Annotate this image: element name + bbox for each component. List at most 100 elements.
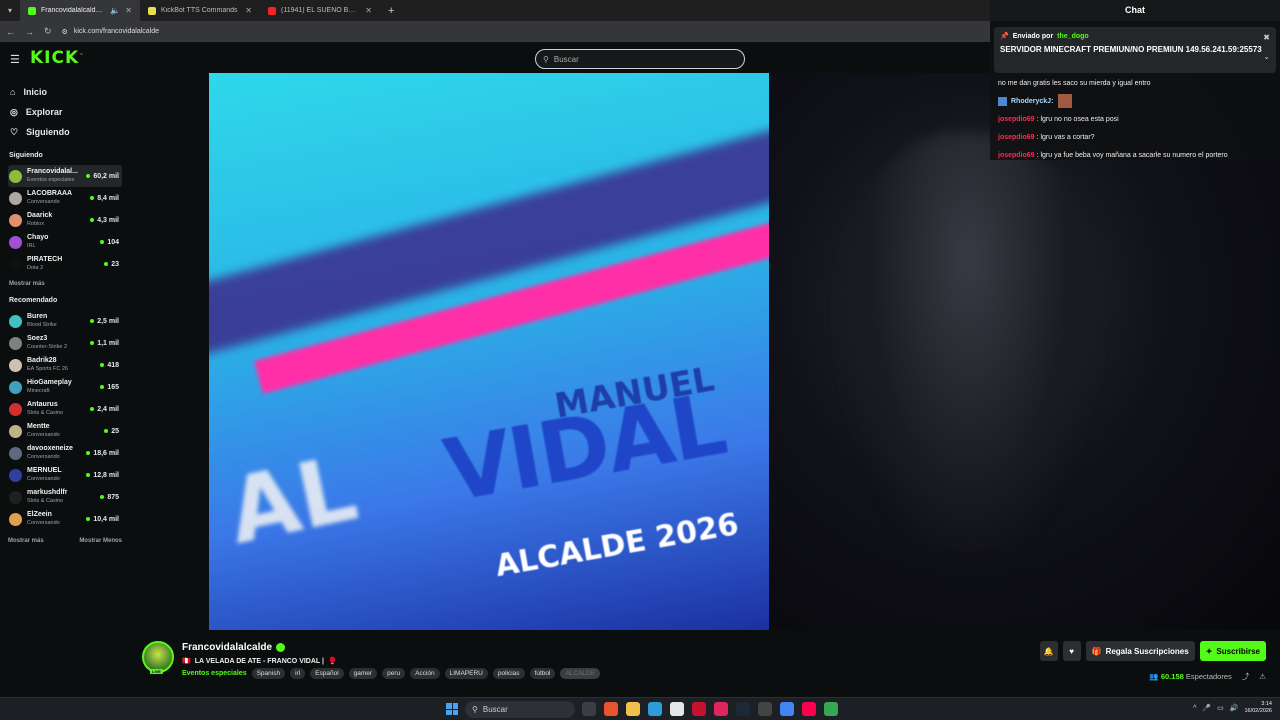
nav-inicio[interactable]: ⌂ Inicio (8, 82, 122, 102)
channel-item[interactable]: HioGameplay Minecraft 165 (8, 376, 122, 398)
volume-icon[interactable]: 🔊 (1230, 704, 1239, 712)
nav-siguiendo[interactable]: ♡ Siguiendo (8, 122, 122, 142)
show-more-recommended[interactable]: Mostrar más (8, 538, 44, 544)
channel-item[interactable]: Antaurus Slots & Casino 2,4 mil (8, 398, 122, 420)
show-more-following[interactable]: Mostrar más (9, 281, 122, 287)
channel-item[interactable]: markushdlfr Slots & Casino 875 (8, 486, 122, 508)
browser-tab-0[interactable]: Francovidalalcalde Stream 🔈 ✕ (20, 0, 140, 21)
speaker-icon[interactable]: 🔈 (110, 6, 120, 15)
channel-name[interactable]: Francovidalalcalde (182, 642, 272, 653)
channel-category: Roblox (27, 221, 45, 227)
viewer-number: 60.158 (1160, 672, 1184, 681)
share-icon[interactable]: ⤴ (1242, 671, 1250, 682)
taskbar: ⚲ Buscar ^ 🎤 ▭ 🔊 3:14 16/02/2026 (0, 697, 1280, 720)
clock[interactable]: 3:14 16/02/2026 (1244, 701, 1272, 715)
chat-username[interactable]: josepdio69 (998, 134, 1035, 141)
chrome-icon[interactable] (780, 702, 794, 716)
unpin-icon[interactable]: ✖ (1263, 33, 1270, 42)
stream-title: LA VELADA DE ATE - FRANCO VIDAL | (194, 657, 324, 665)
tag-chip[interactable]: irl (290, 668, 306, 679)
notepad-icon[interactable] (670, 702, 684, 716)
site-info-icon[interactable]: ⚙ (62, 28, 68, 36)
tab-list-icon[interactable]: ▾ (0, 6, 20, 15)
back-icon[interactable]: ← (6, 27, 15, 37)
channel-name: Antaurus (27, 401, 58, 408)
emote-icon (1058, 94, 1073, 108)
channel-item[interactable]: Badrik28 EA Sports FC 26 418 (8, 354, 122, 376)
network-icon[interactable]: ▭ (1217, 704, 1224, 712)
mic-icon[interactable]: 🎤 (1202, 704, 1211, 712)
windows-start-icon[interactable] (446, 703, 458, 715)
tag-chip[interactable]: LIMAPERU (444, 668, 488, 679)
pinned-text: SERVIDOR MINECRAFT PREMIUN/NO PREMIUN 14… (1000, 45, 1262, 54)
tag-chip[interactable]: Español (310, 668, 344, 679)
channel-category: Eventos especiales (27, 177, 75, 183)
menu-icon[interactable]: ☰ (10, 53, 20, 66)
avatar (9, 490, 22, 504)
close-tab-icon[interactable]: ✕ (245, 6, 252, 15)
steam-icon[interactable] (736, 702, 750, 716)
channel-item[interactable]: davooxeneize Conversando 18,6 mil (8, 442, 122, 464)
nav-explorar[interactable]: ◎ Explorar (8, 102, 122, 122)
subscribe-button[interactable]: ✦ Suscribirse (1199, 641, 1266, 661)
url-field[interactable]: ⚙ kick.com/francovidalalcalde (62, 28, 159, 36)
pinned-user[interactable]: the_dogo (1057, 33, 1089, 40)
reload-icon[interactable]: ↻ (44, 26, 52, 37)
tiktok-icon[interactable] (802, 702, 816, 716)
channel-item[interactable]: MERNUEL Conversando 12,8 mil (8, 464, 122, 486)
category-link[interactable]: Eventos especiales (182, 670, 247, 677)
chat-username[interactable]: josepdio69 (998, 152, 1035, 159)
chat-username[interactable]: RhoderyckJ: (1011, 98, 1053, 105)
tag-chip[interactable]: policias (492, 668, 525, 679)
avatar (9, 402, 22, 416)
browser-tab-1[interactable]: KickBot TTS Commands ✕ (140, 0, 260, 21)
file-explorer-icon[interactable] (626, 702, 640, 716)
task-view-icon[interactable] (582, 702, 596, 716)
close-tab-icon[interactable]: ✕ (365, 6, 372, 15)
channel-item[interactable]: Chayo IRL 104 (8, 231, 122, 253)
channel-item[interactable]: Daarick Roblox 4,3 mil (8, 209, 122, 231)
tag-chip[interactable]: Spanish (251, 668, 286, 679)
channel-item[interactable]: Francovidalal... Eventos especiales 60,2 m… (8, 165, 122, 187)
channel-item[interactable]: PIRATECH Dota 2 23 (8, 253, 122, 275)
tag-chip[interactable]: peru (382, 668, 406, 679)
search-input[interactable]: ⚲ Buscar (535, 49, 745, 69)
channel-item[interactable]: ElZeein Conversando 10,4 mil (8, 508, 122, 530)
stream-info: LIVE Francovidalalcalde 🇵🇪 LA VELADA DE … (128, 632, 1280, 697)
channel-item[interactable]: Buren Blood Strike 2,5 mil (8, 310, 122, 332)
channel-category: IRL (27, 243, 36, 249)
chrome-icon[interactable] (824, 702, 838, 716)
chat-text: : lgru ya fue beba voy mañana a sacarle … (1036, 151, 1228, 159)
edge-icon[interactable] (648, 702, 662, 716)
channel-item[interactable]: LACOBRAAA Conversando 8,4 mil (8, 187, 122, 209)
tag-chip[interactable]: fútbol (529, 668, 556, 679)
chevron-up-icon[interactable]: ^ (1193, 705, 1196, 712)
report-icon[interactable]: ⚠ (1259, 672, 1266, 681)
channel-item[interactable]: Mentte Conversando 25 (8, 420, 122, 442)
channel-category: Conversando (27, 432, 60, 438)
notification-button[interactable]: 🔔 (1039, 641, 1058, 661)
taskbar-search[interactable]: ⚲ Buscar (465, 701, 575, 718)
obs-icon[interactable] (758, 702, 772, 716)
pinned-message[interactable]: 📌 Enviado por the_dogo ✖ ⌄ SERVIDOR MINE… (994, 27, 1276, 73)
channel-category: Minecraft (27, 388, 50, 394)
channel-name: Badrik28 (27, 357, 57, 364)
new-tab-icon[interactable]: + (380, 5, 394, 17)
kick-logo[interactable]: KICK™ (30, 48, 84, 68)
chat-username[interactable]: josepdio69 (998, 116, 1035, 123)
tag-chip[interactable]: Acción (410, 668, 440, 679)
browser-tab-2[interactable]: (11941) EL SUEÑO BOLIVIANO ✕ (260, 0, 380, 21)
forward-icon[interactable]: → (25, 27, 34, 37)
tag-chip[interactable]: gamer (348, 668, 378, 679)
tag-chip[interactable]: ALCALDE (560, 668, 601, 679)
system-tray: ^ 🎤 ▭ 🔊 3:14 16/02/2026 (1193, 701, 1272, 715)
close-tab-icon[interactable]: ✕ (125, 6, 132, 15)
follow-button[interactable]: ♥ (1062, 641, 1081, 661)
app-icon[interactable] (604, 702, 618, 716)
chevron-down-icon[interactable]: ⌄ (1263, 52, 1270, 61)
gift-subs-button[interactable]: 🎁 Regala Suscripciones (1085, 641, 1195, 661)
media-icon[interactable] (714, 702, 728, 716)
show-less-recommended[interactable]: Mostrar Menos (79, 538, 122, 544)
app-icon[interactable] (692, 702, 706, 716)
channel-item[interactable]: Soez3 Counter-Strike 2 1,1 mil (8, 332, 122, 354)
